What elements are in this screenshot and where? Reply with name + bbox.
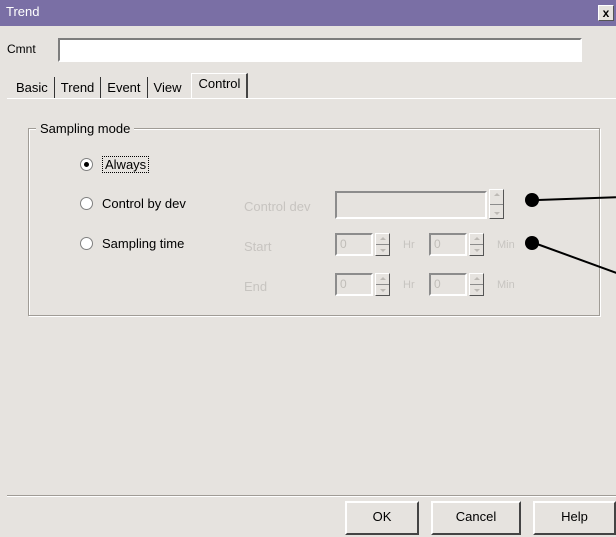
tab-event[interactable]: Event xyxy=(101,77,148,99)
cancel-button[interactable]: Cancel xyxy=(431,501,521,535)
tab-control[interactable]: Control xyxy=(191,73,249,99)
start-label: Start xyxy=(244,239,272,254)
end-min-unit: Min xyxy=(497,279,515,291)
radio-sampling-time[interactable]: Sampling time xyxy=(80,236,184,251)
sampling-mode-title: Sampling mode xyxy=(36,121,135,136)
tab-basic[interactable]: Basic xyxy=(10,77,55,99)
radio-control-by-dev-label: Control by dev xyxy=(102,196,186,211)
callout-dot-control-dev xyxy=(525,193,539,207)
tab-trend[interactable]: Trend xyxy=(55,77,102,99)
comment-input[interactable] xyxy=(58,38,582,62)
close-icon[interactable]: x xyxy=(598,5,614,21)
tab-view[interactable]: View xyxy=(148,77,188,99)
radio-always-indicator[interactable] xyxy=(80,158,93,171)
tab-bar: Basic Trend Event View Control xyxy=(10,73,249,99)
window-title: Trend xyxy=(6,4,40,19)
control-dev-label: Control dev xyxy=(244,199,311,214)
start-min-unit: Min xyxy=(497,239,515,251)
start-min-field[interactable]: 0 xyxy=(429,233,467,256)
start-min-spinner[interactable] xyxy=(469,233,484,256)
start-hr-unit: Hr xyxy=(403,239,415,251)
end-min-spinner[interactable] xyxy=(469,273,484,296)
comment-label: Cmnt xyxy=(7,42,36,56)
ok-button[interactable]: OK xyxy=(345,501,419,535)
start-hr-field[interactable]: 0 xyxy=(335,233,373,256)
end-hr-spinner[interactable] xyxy=(375,273,390,296)
end-label: End xyxy=(244,279,268,294)
start-hr-spinner[interactable] xyxy=(375,233,390,256)
button-separator xyxy=(7,495,616,497)
radio-control-by-dev-indicator[interactable] xyxy=(80,197,93,210)
help-button[interactable]: Help xyxy=(533,501,616,535)
radio-always[interactable]: Always xyxy=(80,156,150,173)
control-dev-field[interactable] xyxy=(335,191,487,219)
title-bar[interactable]: Trend x xyxy=(0,0,616,26)
end-min-field[interactable]: 0 xyxy=(429,273,467,296)
control-dev-spinner[interactable] xyxy=(489,189,504,219)
trend-dialog: Trend x Cmnt Basic Trend Event View Cont… xyxy=(0,0,616,537)
radio-sampling-time-indicator[interactable] xyxy=(80,237,93,250)
tab-divider xyxy=(7,98,616,99)
radio-sampling-time-label: Sampling time xyxy=(102,236,185,251)
end-hr-field[interactable]: 0 xyxy=(335,273,373,296)
end-hr-unit: Hr xyxy=(403,279,415,291)
radio-control-by-dev[interactable]: Control by dev xyxy=(80,196,186,211)
radio-always-label: Always xyxy=(102,156,150,173)
